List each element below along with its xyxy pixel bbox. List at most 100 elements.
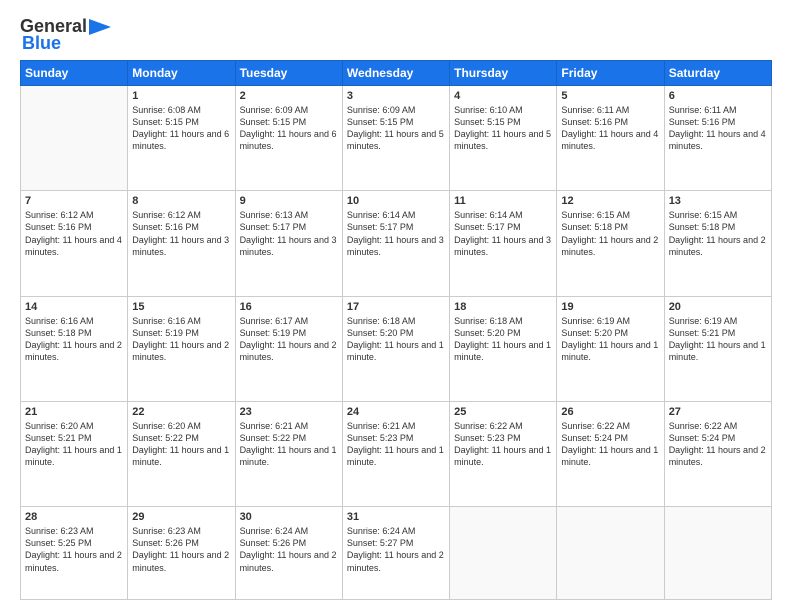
calendar-cell: 19 Sunrise: 6:19 AMSunset: 5:20 PMDayligh… [557,296,664,401]
calendar-cell: 12 Sunrise: 6:15 AMSunset: 5:18 PMDayligh… [557,191,664,296]
day-number: 29 [132,511,230,523]
weekday-header-saturday: Saturday [664,61,771,86]
day-info: Sunrise: 6:16 AMSunset: 5:18 PMDaylight:… [25,315,123,364]
day-number: 5 [561,90,659,102]
calendar-cell: 9Sunrise: 6:13 AMSunset: 5:17 PMDaylight… [235,191,342,296]
day-number: 4 [454,90,552,102]
day-info: Sunrise: 6:08 AMSunset: 5:15 PMDaylight:… [132,104,230,153]
page: General Blue SundayMondayTuesdayWednesda… [0,0,792,612]
day-number: 24 [347,406,445,418]
day-info: Sunrise: 6:10 AMSunset: 5:15 PMDaylight:… [454,104,552,153]
calendar-cell: 27Sunrise: 6:22 AMSunset: 5:24 PMDayligh… [664,401,771,506]
day-info: Sunrise: 6:12 AMSunset: 5:16 PMDaylight:… [132,209,230,258]
day-number: 11 [454,195,552,207]
day-info: Sunrise: 6:22 AMSunset: 5:23 PMDaylight:… [454,420,552,469]
header: General Blue [20,16,772,54]
calendar-cell: 15 Sunrise: 6:16 AMSunset: 5:19 PMDayligh… [128,296,235,401]
calendar-cell: 10 Sunrise: 6:14 AMSunset: 5:17 PMDayligh… [342,191,449,296]
calendar-cell: 2 Sunrise: 6:09 AMSunset: 5:15 PMDaylight… [235,86,342,191]
day-info: Sunrise: 6:12 AMSunset: 5:16 PMDaylight:… [25,209,123,258]
day-info: Sunrise: 6:19 AMSunset: 5:21 PMDaylight:… [669,315,767,364]
day-info: Sunrise: 6:11 AMSunset: 5:16 PMDaylight:… [669,104,767,153]
calendar-cell: 13 Sunrise: 6:15 AMSunset: 5:18 PMDayligh… [664,191,771,296]
calendar-cell [450,507,557,600]
calendar-week-5: 28 Sunrise: 6:23 AMSunset: 5:25 PMDayligh… [21,507,772,600]
calendar-cell: 4 Sunrise: 6:10 AMSunset: 5:15 PMDaylight… [450,86,557,191]
day-info: Sunrise: 6:22 AMSunset: 5:24 PMDaylight:… [561,420,659,469]
calendar-cell: 21Sunrise: 6:20 AMSunset: 5:21 PMDayligh… [21,401,128,506]
day-number: 12 [561,195,659,207]
day-info: Sunrise: 6:20 AMSunset: 5:22 PMDaylight:… [132,420,230,469]
day-info: Sunrise: 6:22 AMSunset: 5:24 PMDaylight:… [669,420,767,469]
day-number: 23 [240,406,338,418]
day-number: 2 [240,90,338,102]
day-info: Sunrise: 6:09 AMSunset: 5:15 PMDaylight:… [240,104,338,153]
day-number: 31 [347,511,445,523]
weekday-header-row: SundayMondayTuesdayWednesdayThursdayFrid… [21,61,772,86]
calendar-week-2: 7 Sunrise: 6:12 AMSunset: 5:16 PMDaylight… [21,191,772,296]
day-number: 17 [347,301,445,313]
weekday-header-monday: Monday [128,61,235,86]
logo-icon [89,19,111,35]
calendar-week-4: 21Sunrise: 6:20 AMSunset: 5:21 PMDayligh… [21,401,772,506]
day-info: Sunrise: 6:18 AMSunset: 5:20 PMDaylight:… [454,315,552,364]
calendar-cell: 7 Sunrise: 6:12 AMSunset: 5:16 PMDaylight… [21,191,128,296]
calendar-cell: 6 Sunrise: 6:11 AMSunset: 5:16 PMDaylight… [664,86,771,191]
day-number: 26 [561,406,659,418]
calendar-cell [664,507,771,600]
day-number: 6 [669,90,767,102]
weekday-header-tuesday: Tuesday [235,61,342,86]
day-number: 20 [669,301,767,313]
day-info: Sunrise: 6:15 AMSunset: 5:18 PMDaylight:… [561,209,659,258]
calendar-cell: 3Sunrise: 6:09 AMSunset: 5:15 PMDaylight… [342,86,449,191]
calendar-cell [557,507,664,600]
calendar-week-1: 1 Sunrise: 6:08 AMSunset: 5:15 PMDaylight… [21,86,772,191]
day-number: 15 [132,301,230,313]
calendar-cell: 24 Sunrise: 6:21 AMSunset: 5:23 PMDayligh… [342,401,449,506]
day-info: Sunrise: 6:16 AMSunset: 5:19 PMDaylight:… [132,315,230,364]
calendar-cell: 11 Sunrise: 6:14 AMSunset: 5:17 PMDayligh… [450,191,557,296]
day-info: Sunrise: 6:21 AMSunset: 5:22 PMDaylight:… [240,420,338,469]
day-number: 1 [132,90,230,102]
day-info: Sunrise: 6:17 AMSunset: 5:19 PMDaylight:… [240,315,338,364]
weekday-header-friday: Friday [557,61,664,86]
weekday-header-thursday: Thursday [450,61,557,86]
day-number: 16 [240,301,338,313]
logo: General Blue [20,16,111,54]
day-number: 18 [454,301,552,313]
day-number: 28 [25,511,123,523]
calendar-cell: 22 Sunrise: 6:20 AMSunset: 5:22 PMDayligh… [128,401,235,506]
calendar-cell: 16 Sunrise: 6:17 AMSunset: 5:19 PMDayligh… [235,296,342,401]
calendar-cell: 28 Sunrise: 6:23 AMSunset: 5:25 PMDayligh… [21,507,128,600]
day-info: Sunrise: 6:23 AMSunset: 5:25 PMDaylight:… [25,525,123,574]
day-info: Sunrise: 6:15 AMSunset: 5:18 PMDaylight:… [669,209,767,258]
day-number: 9 [240,195,338,207]
calendar-cell: 31 Sunrise: 6:24 AMSunset: 5:27 PMDayligh… [342,507,449,600]
day-number: 22 [132,406,230,418]
calendar-cell: 26 Sunrise: 6:22 AMSunset: 5:24 PMDayligh… [557,401,664,506]
day-number: 8 [132,195,230,207]
day-number: 30 [240,511,338,523]
day-info: Sunrise: 6:24 AMSunset: 5:27 PMDaylight:… [347,525,445,574]
weekday-header-sunday: Sunday [21,61,128,86]
day-number: 19 [561,301,659,313]
calendar-cell: 8 Sunrise: 6:12 AMSunset: 5:16 PMDaylight… [128,191,235,296]
day-info: Sunrise: 6:14 AMSunset: 5:17 PMDaylight:… [347,209,445,258]
day-number: 13 [669,195,767,207]
calendar-cell: 20 Sunrise: 6:19 AMSunset: 5:21 PMDayligh… [664,296,771,401]
day-number: 14 [25,301,123,313]
calendar-cell: 1 Sunrise: 6:08 AMSunset: 5:15 PMDaylight… [128,86,235,191]
day-number: 25 [454,406,552,418]
day-info: Sunrise: 6:19 AMSunset: 5:20 PMDaylight:… [561,315,659,364]
calendar-week-3: 14 Sunrise: 6:16 AMSunset: 5:18 PMDayligh… [21,296,772,401]
day-number: 10 [347,195,445,207]
calendar-cell: 18 Sunrise: 6:18 AMSunset: 5:20 PMDayligh… [450,296,557,401]
day-info: Sunrise: 6:11 AMSunset: 5:16 PMDaylight:… [561,104,659,153]
day-info: Sunrise: 6:18 AMSunset: 5:20 PMDaylight:… [347,315,445,364]
calendar-cell: 23 Sunrise: 6:21 AMSunset: 5:22 PMDayligh… [235,401,342,506]
day-info: Sunrise: 6:14 AMSunset: 5:17 PMDaylight:… [454,209,552,258]
day-info: Sunrise: 6:24 AMSunset: 5:26 PMDaylight:… [240,525,338,574]
day-number: 7 [25,195,123,207]
calendar-cell: 25 Sunrise: 6:22 AMSunset: 5:23 PMDayligh… [450,401,557,506]
day-info: Sunrise: 6:21 AMSunset: 5:23 PMDaylight:… [347,420,445,469]
